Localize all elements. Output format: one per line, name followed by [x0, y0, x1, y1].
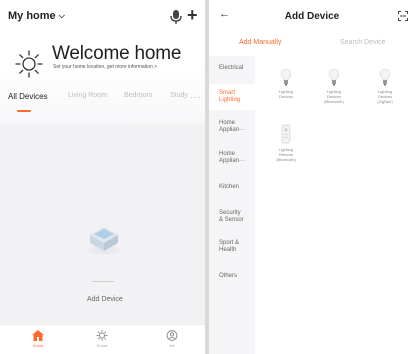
- home-screen: My home ⌵ + Welcome home Set your home l…: [0, 0, 205, 354]
- empty-state-illustration: [87, 227, 121, 254]
- tab-add-manually[interactable]: Add Manually: [239, 39, 281, 46]
- light-bulb-icon: [280, 68, 292, 86]
- tab-all-devices[interactable]: All Devices: [8, 92, 48, 101]
- category-electrical[interactable]: Electrical: [219, 65, 243, 72]
- active-tab-indicator: [17, 110, 31, 112]
- category-security-sensor[interactable]: Security & Sensor: [219, 210, 244, 224]
- nav-home[interactable]: Home: [23, 330, 53, 348]
- device-label: Lighting Remote (Bluetooth): [276, 147, 296, 162]
- welcome-title: Welcome home: [52, 43, 182, 64]
- remote-control-icon: [281, 124, 291, 144]
- tab-study[interactable]: Study: [170, 92, 188, 99]
- more-tabs-icon[interactable]: ···: [190, 93, 201, 102]
- smart-icon: [96, 330, 108, 341]
- scan-icon[interactable]: [398, 11, 408, 21]
- tab-living-room[interactable]: Living Room: [68, 92, 107, 99]
- light-bulb-icon: [328, 68, 340, 86]
- device-label: Lighting Devices (ZigBee): [377, 89, 393, 104]
- category-home-appliances-1[interactable]: Home Applian···: [219, 120, 245, 134]
- device-lighting-devices[interactable]: Lighting Devices: [266, 68, 306, 99]
- nav-smart-label: Smart: [96, 343, 108, 348]
- category-smart-lighting[interactable]: Smart Lighting: [219, 90, 240, 104]
- nav-smart[interactable]: Smart: [87, 330, 117, 348]
- add-icon[interactable]: +: [187, 6, 198, 24]
- device-lighting-zigbee[interactable]: Lighting Devices (ZigBee): [365, 68, 405, 104]
- tab-search-device[interactable]: Search Device: [340, 39, 386, 46]
- device-label: Lighting Devices (Bluetooth): [324, 89, 344, 104]
- nav-me-label: Me: [169, 343, 175, 348]
- screenshot-stage: My home ⌵ + Welcome home Set your home l…: [0, 0, 415, 354]
- voice-assistant-icon[interactable]: [169, 9, 183, 25]
- light-bulb-icon: [379, 68, 391, 86]
- tab-bedroom[interactable]: Bedroom: [124, 92, 152, 99]
- home-selector-label: My home: [8, 10, 56, 22]
- nav-home-label: Home: [32, 343, 44, 348]
- home-selector[interactable]: My home ⌵: [8, 10, 65, 22]
- category-sport-health[interactable]: Sport & Health: [219, 240, 239, 254]
- home-icon: [32, 330, 44, 341]
- nav-me[interactable]: Me: [157, 330, 187, 348]
- chevron-down-icon: ⌵: [58, 11, 65, 20]
- empty-state-divider: [92, 281, 114, 282]
- welcome-subtitle-link[interactable]: Set your home location, get more informa…: [53, 64, 157, 70]
- profile-icon: [166, 330, 178, 341]
- category-others[interactable]: Others: [219, 273, 237, 280]
- add-device-button[interactable]: Add Device: [87, 296, 123, 303]
- device-label: Lighting Devices: [278, 89, 294, 99]
- category-kitchen[interactable]: Kitchen: [219, 184, 239, 191]
- add-device-screen: ← Add Device Add Manually Search Device …: [209, 0, 415, 354]
- bottom-navigation: Home Smart Me: [0, 324, 205, 354]
- category-home-appliances-2[interactable]: Home Applian···: [219, 151, 245, 165]
- device-lighting-remote-bluetooth[interactable]: Lighting Remote (Bluetooth): [266, 124, 306, 162]
- sun-icon: [15, 50, 43, 78]
- room-tabs: All Devices Living Room Bedroom Study: [0, 92, 205, 108]
- device-lighting-bluetooth[interactable]: Lighting Devices (Bluetooth): [314, 68, 354, 104]
- page-title: Add Device: [284, 11, 340, 22]
